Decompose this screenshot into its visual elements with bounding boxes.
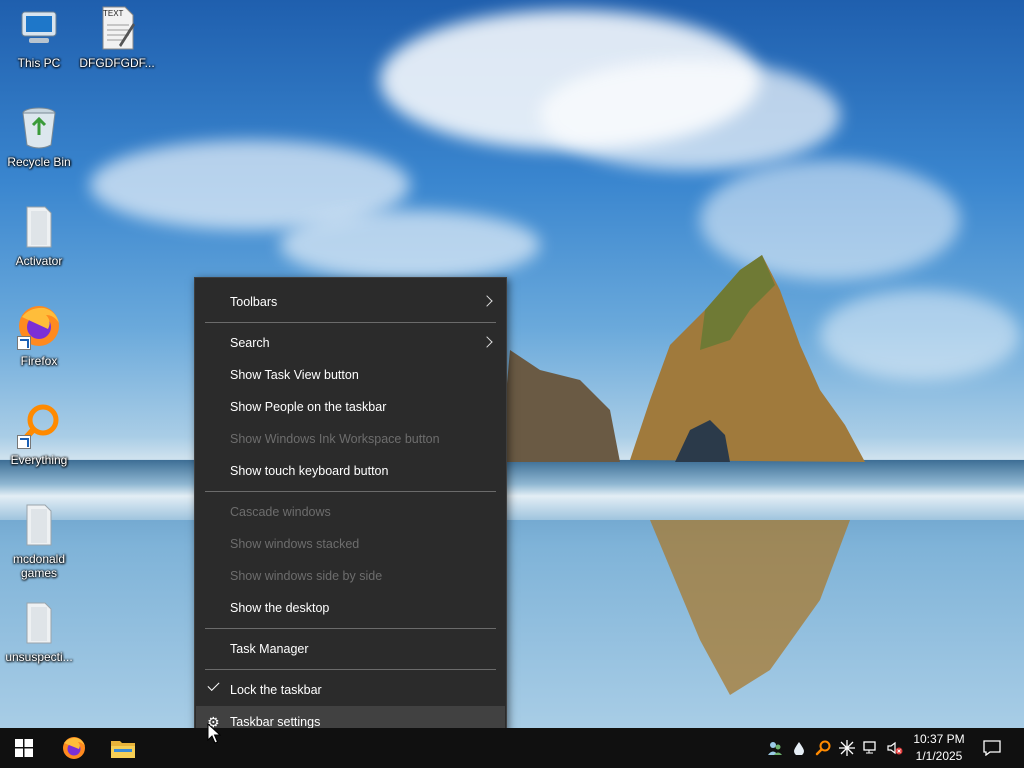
action-center-icon [983,740,1001,756]
shortcut-arrow-icon [17,336,31,350]
desktop-icon-label: Recycle Bin [7,155,71,169]
desktop-icon-label: Activator [15,254,63,268]
desktop-icon-label: mcdonald games [12,552,66,580]
desktop-icon-text-file[interactable]: TEXT DFGDFGDF... [78,4,156,70]
desktop-icon-label: unsuspecti... [5,650,73,664]
folder-icon [15,500,63,548]
dropbox-icon[interactable] [790,739,808,757]
menu-separator [205,491,496,492]
menu-item-show-windows-ink: Show Windows Ink Workspace button [230,432,440,446]
clock-date: 1/1/2025 [915,749,963,763]
recycle-bin-icon [15,103,63,151]
taskbar-context-menu: Toolbars Search Show Task View button Sh… [194,277,507,745]
taskbar-clock[interactable]: 10:37 PM 1/1/2025 [906,728,972,768]
everything-search-icon [15,401,63,449]
firefox-icon [63,737,85,759]
taskbar-file-explorer-button[interactable] [99,728,147,768]
desktop-wallpaper [0,0,1024,728]
rock-arch [500,255,865,462]
menu-item-lock-the-taskbar[interactable]: Lock the taskbar [196,674,505,706]
volume-muted-icon[interactable] [886,739,904,757]
menu-separator [205,669,496,670]
menu-separator [205,322,496,323]
mouse-cursor-icon [207,723,221,744]
menu-separator [205,628,496,629]
action-center-button[interactable] [978,728,1006,768]
desktop-icon-label: DFGDFGDF... [79,56,155,70]
taskbar[interactable]: 10:37 PM 1/1/2025 [0,728,1024,768]
desktop-icon-label: Firefox [20,354,58,368]
people-icon[interactable] [766,739,784,757]
chevron-right-icon [481,336,493,348]
menu-item-search[interactable]: Search [196,327,505,359]
desktop-icon-this-pc[interactable]: This PC [0,4,78,70]
folder-icon [15,598,63,646]
desktop-icon-recycle-bin[interactable]: Recycle Bin [0,103,78,169]
menu-item-cascade-windows: Cascade windows [230,505,331,519]
menu-item-toolbars[interactable]: Toolbars [196,286,505,318]
taskbar-firefox-button[interactable] [50,728,98,768]
checkmark-icon [207,678,220,692]
firefox-icon [15,302,63,350]
desktop-icon-mcdonald-games[interactable]: mcdonald games [0,500,78,580]
desktop-icon-unsuspecti[interactable]: unsuspecti... [0,598,78,664]
clock-time: 10:37 PM [913,732,965,746]
desktop-icon-label: Everything [10,453,68,467]
desktop-icon-firefox[interactable]: Firefox [0,302,78,368]
network-icon[interactable] [862,739,880,757]
start-icon [15,739,33,757]
menu-item-show-windows-stacked: Show windows stacked [230,537,360,551]
menu-item-show-people[interactable]: Show People on the taskbar [196,391,505,423]
folder-icon [15,202,63,250]
menu-item-show-task-view-button[interactable]: Show Task View button [196,359,505,391]
desktop-icon-activator[interactable]: Activator [0,202,78,268]
menu-item-task-manager[interactable]: Task Manager [196,633,505,665]
everything-search-icon[interactable] [814,739,832,757]
start-button[interactable] [0,728,48,768]
cloud [540,60,840,170]
file-explorer-icon [111,741,135,758]
desktop-icon-label: This PC [17,56,61,70]
menu-item-show-windows-side-by-side: Show windows side by side [230,569,383,583]
text-badge: TEXT [103,9,124,18]
shortcut-arrow-icon [17,435,31,449]
crosshair-icon[interactable] [838,739,856,757]
text-file-icon: TEXT [93,4,141,52]
menu-item-show-touch-keyboard[interactable]: Show touch keyboard button [196,455,505,487]
this-pc-icon [15,4,63,52]
menu-item-show-the-desktop[interactable]: Show the desktop [196,592,505,624]
rock-reflection [650,520,850,695]
desktop-icon-everything[interactable]: Everything [0,401,78,467]
chevron-right-icon [481,295,493,307]
